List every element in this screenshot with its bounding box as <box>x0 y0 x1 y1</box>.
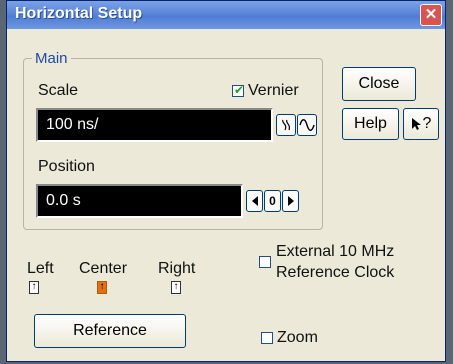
window-title: Horizontal Setup <box>15 5 143 22</box>
reference-center-marker[interactable]: ↑ <box>97 281 107 294</box>
position-value-field[interactable]: 0.0 s <box>36 184 243 218</box>
scale-value-field[interactable]: 100 ns/ <box>36 108 273 142</box>
reference-right-label: Right <box>158 260 196 277</box>
knob-icon <box>282 119 291 131</box>
waveform-icon <box>299 119 315 131</box>
position-left-button[interactable] <box>246 190 263 212</box>
position-zero-button[interactable]: 0 <box>264 190 281 212</box>
close-button[interactable]: Close <box>342 67 416 101</box>
scale-label: Scale <box>38 82 79 99</box>
reference-left-marker[interactable]: ↑ <box>29 281 39 294</box>
reference-right-marker[interactable]: ↑ <box>171 281 181 294</box>
zoom-checkbox[interactable] <box>261 332 273 344</box>
external-clock-line1: External 10 MHz <box>276 243 395 260</box>
external-clock-checkbox[interactable] <box>259 256 271 268</box>
checkmark-icon: ✔ <box>234 83 245 97</box>
close-window-button[interactable]: ✕ <box>420 4 442 26</box>
position-right-button[interactable] <box>282 190 299 212</box>
waveform-button[interactable] <box>297 114 317 136</box>
reference-button[interactable]: Reference <box>34 314 186 348</box>
pointer-question-icon <box>411 117 421 130</box>
help-button[interactable]: Help <box>342 108 399 140</box>
whats-this-button[interactable]: ? <box>403 108 439 140</box>
arrow-right-icon <box>287 196 294 206</box>
arrow-left-icon <box>251 196 258 206</box>
fine-adjust-button[interactable] <box>276 114 296 136</box>
main-group-title: Main <box>32 50 71 67</box>
reference-center-label: Center <box>79 260 128 277</box>
position-label: Position <box>38 158 95 175</box>
title-bar[interactable]: Horizontal Setup ✕ <box>7 1 445 29</box>
vernier-label: Vernier <box>248 82 299 99</box>
zoom-label: Zoom <box>277 329 318 346</box>
reference-left-label: Left <box>27 260 54 277</box>
whats-this-label: ? <box>422 115 432 132</box>
external-clock-line2: Reference Clock <box>276 264 395 281</box>
vernier-checkbox[interactable]: ✔ <box>232 83 245 97</box>
